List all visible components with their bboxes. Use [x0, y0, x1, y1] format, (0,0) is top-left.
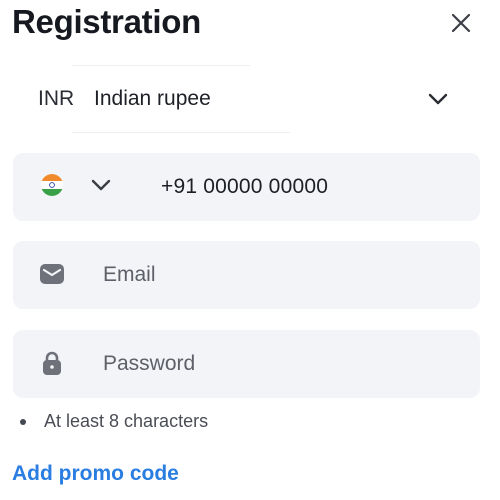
- india-flag-icon: [41, 174, 63, 196]
- close-button[interactable]: [446, 8, 476, 38]
- currency-name: Indian rupee: [94, 87, 211, 110]
- divider: [72, 65, 250, 66]
- phone-input[interactable]: +91 00000 00000: [161, 175, 328, 199]
- email-field[interactable]: Email: [13, 241, 480, 309]
- bullet: [20, 419, 26, 425]
- envelope-icon: [40, 264, 64, 284]
- lock-icon: [43, 351, 61, 375]
- requirement-text: At least 8 characters: [44, 411, 209, 431]
- chevron-down-icon: [428, 93, 448, 105]
- phone-field[interactable]: +91 00000 00000: [13, 153, 480, 221]
- currency-code: INR: [38, 87, 75, 110]
- password-input[interactable]: Password: [103, 352, 195, 376]
- registration-panel: Registration INR Indian rupee +91 00000 …: [0, 0, 500, 500]
- close-icon: [451, 13, 471, 33]
- password-requirement: At least 8 characters: [20, 411, 208, 432]
- add-promo-code-link[interactable]: Add promo code: [12, 462, 179, 486]
- divider: [72, 132, 290, 133]
- email-input[interactable]: Email: [103, 263, 156, 287]
- country-code-chevron-icon[interactable]: [89, 173, 113, 197]
- page-title: Registration: [12, 3, 201, 40]
- currency-select[interactable]: INR Indian rupee: [20, 65, 460, 133]
- password-field[interactable]: Password: [13, 330, 480, 398]
